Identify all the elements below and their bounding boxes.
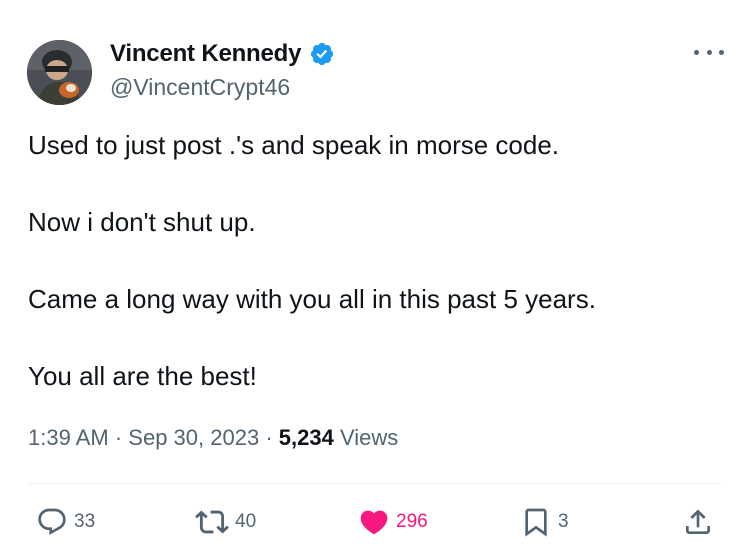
divider (28, 483, 722, 484)
bookmark-button[interactable]: 3 (520, 504, 569, 540)
verified-badge-icon (311, 42, 334, 66)
views-count[interactable]: 5,234 (279, 425, 334, 450)
tweet-time[interactable]: 1:39 AM (28, 425, 109, 450)
more-dot (706, 49, 712, 55)
retweet-count: 40 (235, 511, 257, 532)
tweet-paragraph: Used to just post .'s and speak in morse… (28, 130, 560, 160)
tweet-card: Vincent Kennedy @VincentCrypt46 Used to … (0, 0, 750, 556)
author-name-row: Vincent Kennedy (110, 40, 335, 68)
bookmark-count: 3 (558, 511, 569, 532)
share-button[interactable] (682, 504, 714, 540)
bookmark-icon (525, 508, 547, 537)
tweet-paragraph: Now i don't shut up. (28, 207, 256, 237)
avatar-image (27, 40, 92, 105)
avatar[interactable] (27, 40, 92, 105)
retweet-button[interactable]: 40 (195, 504, 256, 540)
views-label: Views (339, 425, 399, 450)
tweet-date[interactable]: Sep 30, 2023 (128, 425, 259, 450)
retweet-icon (195, 510, 229, 534)
tweet-metadata: 1:39 AM · Sep 30, 2023 · 5,234 Views (28, 425, 398, 451)
author-handle[interactable]: @VincentCrypt46 (110, 74, 290, 101)
more-options-icon[interactable] (694, 42, 724, 62)
meta-separator: · (114, 425, 123, 450)
like-count: 296 (396, 511, 428, 532)
action-bar: 33 40 296 3 (0, 504, 750, 540)
tweet-text: Used to just post .'s and speak in morse… (28, 126, 718, 396)
tweet-paragraph: You all are the best! (28, 361, 257, 391)
more-dot (694, 49, 699, 55)
more-dot (719, 49, 724, 55)
author-display-name[interactable]: Vincent Kennedy (110, 40, 301, 68)
heart-icon (360, 510, 388, 535)
share-icon (686, 509, 710, 534)
tweet-paragraph: Came a long way with you all in this pas… (28, 284, 596, 314)
reply-icon (38, 508, 66, 535)
like-button[interactable]: 296 (358, 504, 428, 540)
reply-button[interactable]: 33 (36, 504, 95, 540)
meta-separator: · (265, 425, 273, 450)
reply-count: 33 (74, 511, 96, 532)
